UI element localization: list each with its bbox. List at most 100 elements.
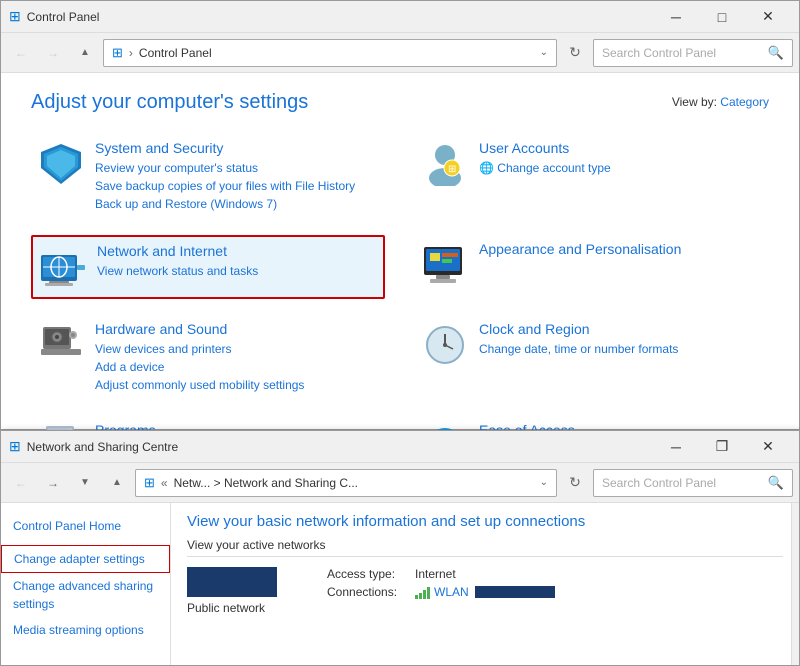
page-heading: Adjust your computer's settings (31, 91, 769, 114)
address-icon: ⊞ (112, 45, 123, 61)
address-bar: ← → ▲ ⊞ › Control Panel ⌄ ↻ Search Contr… (1, 33, 799, 73)
hardware-sound-link2[interactable]: Add a device (95, 358, 379, 376)
back-button[interactable]: ← (7, 39, 35, 67)
control-panel-window: ⊞ Control Panel ─ □ ✕ ← → ▲ ⊞ › Control … (0, 0, 800, 430)
access-block: Access type: Internet Connections: (327, 567, 783, 603)
network-back-button[interactable]: ← (7, 469, 35, 497)
appearance-title[interactable]: Appearance and Personalisation (479, 241, 763, 257)
network-internet-link1[interactable]: View network status and tasks (97, 262, 377, 280)
signal-bar-4 (427, 587, 430, 599)
network-address-text: Netw... > Network and Sharing C... (174, 476, 534, 490)
view-by-link[interactable]: Category (720, 95, 769, 109)
network-search-icon: 🔍 (768, 475, 784, 491)
network-up-button[interactable]: ▲ (103, 469, 131, 497)
clock-region-icon (421, 321, 469, 369)
network-sharing-window: ⊞ Network and Sharing Centre ─ ❐ ✕ ← → ▼… (0, 430, 800, 666)
svg-text:⊞: ⊞ (448, 164, 456, 175)
network-search-box[interactable]: Search Control Panel 🔍 (593, 469, 793, 497)
minimize-button[interactable]: ─ (653, 1, 699, 33)
category-hardware-sound[interactable]: Hardware and Sound View devices and prin… (31, 315, 385, 400)
network-address-bar: ← → ▼ ▲ ⊞ « Netw... > Network and Sharin… (1, 463, 799, 503)
network-title-bar: ⊞ Network and Sharing Centre ─ ❐ ✕ (1, 431, 799, 463)
view-by: View by: Category (672, 95, 769, 109)
signal-bars-icon (415, 585, 430, 599)
access-type-row: Access type: Internet (327, 567, 783, 581)
system-security-info: System and Security Review your computer… (95, 140, 379, 213)
clock-region-title[interactable]: Clock and Region (479, 321, 763, 337)
appearance-info: Appearance and Personalisation (479, 241, 763, 260)
connections-label: Connections: (327, 585, 407, 599)
hardware-sound-info: Hardware and Sound View devices and prin… (95, 321, 379, 394)
network-refresh-button[interactable]: ↻ (561, 469, 589, 497)
signal-bar-1 (415, 595, 418, 599)
hardware-sound-title[interactable]: Hardware and Sound (95, 321, 379, 337)
category-system-security[interactable]: System and Security Review your computer… (31, 134, 385, 219)
system-security-link1[interactable]: Review your computer's status (95, 159, 379, 177)
category-appearance[interactable]: Appearance and Personalisation (415, 235, 769, 299)
hardware-sound-icon (37, 321, 85, 369)
user-accounts-icon: ⊞ (421, 140, 469, 188)
system-security-link3[interactable]: Back up and Restore (Windows 7) (95, 195, 379, 213)
sidebar-media-streaming[interactable]: Media streaming options (1, 617, 170, 643)
search-icon: 🔍 (768, 45, 784, 61)
user-accounts-link1[interactable]: 🌐 Change account type (479, 159, 763, 177)
system-security-icon (37, 140, 85, 188)
system-security-title[interactable]: System and Security (95, 140, 379, 156)
network-internet-icon (39, 243, 87, 291)
network-search-placeholder: Search Control Panel (602, 476, 768, 490)
sidebar-change-adapter[interactable]: Change adapter settings (1, 545, 170, 573)
hardware-sound-link3[interactable]: Adjust commonly used mobility settings (95, 376, 379, 394)
network-down-button[interactable]: ▼ (71, 469, 99, 497)
network-close-button[interactable]: ✕ (745, 431, 791, 463)
up-button[interactable]: ▲ (71, 39, 99, 67)
window-controls: ─ □ ✕ (653, 1, 791, 33)
wlan-link[interactable]: WLAN (434, 585, 469, 599)
system-security-link2[interactable]: Save backup copies of your files with Fi… (95, 177, 379, 195)
clock-region-info: Clock and Region Change date, time or nu… (479, 321, 763, 358)
network-window-controls: ─ ❐ ✕ (653, 431, 791, 463)
network-restore-button[interactable]: ❐ (699, 431, 745, 463)
address-field[interactable]: ⊞ › Control Panel ⌄ (103, 39, 557, 67)
user-accounts-info: User Accounts 🌐 Change account type (479, 140, 763, 177)
sidebar: Control Panel Home Change adapter settin… (1, 503, 171, 665)
network-address-field[interactable]: ⊞ « Netw... > Network and Sharing C... ⌄ (135, 469, 557, 497)
category-user-accounts[interactable]: ⊞ User Accounts 🌐 Change account type (415, 134, 769, 219)
user-accounts-title[interactable]: User Accounts (479, 140, 763, 156)
category-clock-region[interactable]: Clock and Region Change date, time or nu… (415, 315, 769, 400)
public-network-block: Public network (187, 567, 307, 615)
refresh-button[interactable]: ↻ (561, 39, 589, 67)
appearance-icon (421, 241, 469, 289)
forward-button[interactable]: → (39, 39, 67, 67)
signal-bar-3 (423, 590, 426, 599)
network-forward-button[interactable]: → (39, 469, 67, 497)
network-internet-title[interactable]: Network and Internet (97, 243, 377, 259)
network-body: Control Panel Home Change adapter settin… (1, 503, 799, 665)
clock-region-link1[interactable]: Change date, time or number formats (479, 340, 763, 358)
network-address-icon: ⊞ (144, 475, 155, 491)
close-button[interactable]: ✕ (745, 1, 791, 33)
network-heading: View your basic network information and … (187, 513, 783, 530)
sidebar-home-link[interactable]: Control Panel Home (1, 513, 170, 539)
window-icon: ⊞ (9, 8, 21, 25)
search-box[interactable]: Search Control Panel 🔍 (593, 39, 793, 67)
hardware-sound-link1[interactable]: View devices and printers (95, 340, 379, 358)
address-chevron-icon: ⌄ (540, 47, 548, 58)
signal-bar-2 (419, 593, 422, 599)
network-main-content: View your basic network information and … (171, 503, 799, 665)
maximize-button[interactable]: □ (699, 1, 745, 33)
network-window-title: Network and Sharing Centre (27, 440, 647, 454)
public-label: Public network (187, 601, 265, 615)
wlan-bar: WLAN (415, 585, 555, 599)
network-info-row: Public network Access type: Internet Con… (187, 567, 783, 615)
address-text: Control Panel (139, 46, 534, 60)
access-type-label: Access type: (327, 567, 407, 581)
network-internet-info: Network and Internet View network status… (97, 243, 377, 280)
title-bar: ⊞ Control Panel ─ □ ✕ (1, 1, 799, 33)
category-network-internet[interactable]: Network and Internet View network status… (31, 235, 385, 299)
network-window-icon: ⊞ (9, 438, 21, 455)
scrollbar[interactable] (791, 503, 799, 665)
network-minimize-button[interactable]: ─ (653, 431, 699, 463)
wlan-suffix-bar (475, 586, 555, 598)
active-networks-label: View your active networks (187, 538, 783, 557)
sidebar-change-advanced[interactable]: Change advanced sharing settings (1, 573, 170, 617)
